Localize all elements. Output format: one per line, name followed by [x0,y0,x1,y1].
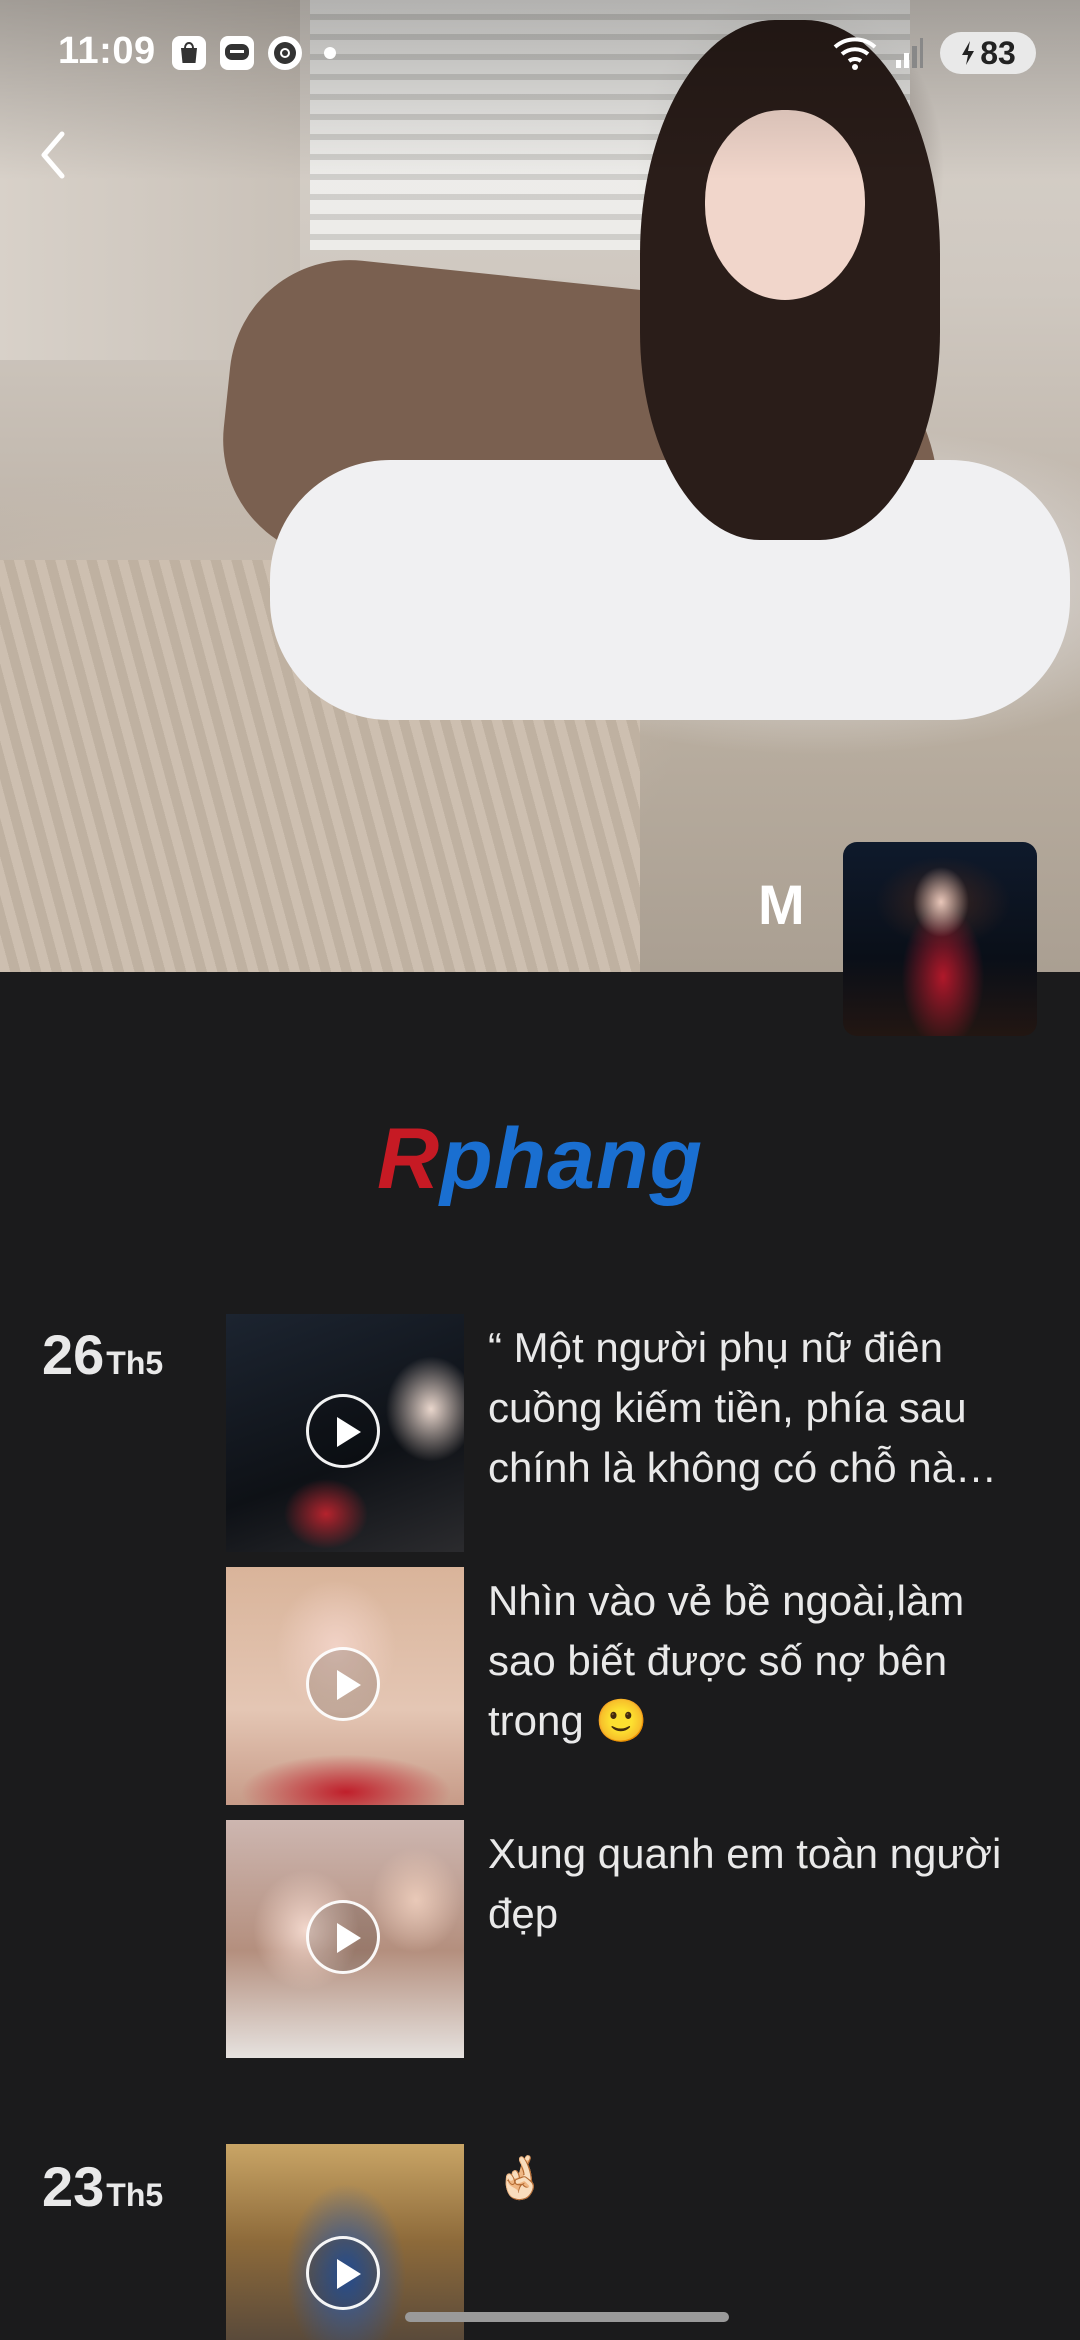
profile-name-initial: M [758,873,805,936]
home-indicator[interactable] [405,2312,729,2322]
date-month: Th5 [106,1345,164,1381]
wifi-icon [833,37,877,70]
video-thumbnail[interactable] [226,1820,464,2058]
status-bar: 11:09 83 [0,0,1080,110]
signal-icon [896,38,923,68]
more-notifications-dot [324,47,336,59]
video-thumbnail[interactable] [226,1314,464,1552]
charging-icon [962,41,975,65]
list-item[interactable]: Nhìn vào vẻ bề ngoài,làm sao biết được s… [226,1567,1036,1805]
battery-indicator: 83 [940,32,1036,74]
watermark-logo: Rphang [0,1110,1080,1209]
logo-rest: phang [440,1111,704,1207]
status-time: 11:09 [58,30,156,72]
date-month: Th5 [106,2177,164,2213]
post-caption: 🤞🏻 [494,2153,547,2202]
date-day: 26 [42,1323,105,1386]
cover-pillow [270,460,1070,720]
shopee-icon [172,36,206,70]
play-icon [306,1647,380,1721]
list-item[interactable]: “ Một người phụ nữ điên cuồng kiếm tiền,… [226,1314,1036,1552]
chevron-left-icon [41,131,65,179]
play-icon [306,2236,380,2310]
logo-first-letter: R [376,1111,441,1207]
date-day: 23 [42,2155,105,2218]
profile-avatar[interactable] [843,842,1037,1036]
status-system-icons: 83 [832,32,1036,74]
post-caption: Nhìn vào vẻ bề ngoài,làm sao biết được s… [488,1577,965,1744]
back-button[interactable] [30,120,80,190]
zalo-icon [220,36,254,70]
play-icon [306,1900,380,1974]
post-caption: “ Một người phụ nữ điên cuồng kiếm tiền,… [488,1324,998,1491]
post-caption: Xung quanh em toàn người đẹp [488,1830,1002,1937]
date-label: 26Th5 [42,1322,163,1387]
video-thumbnail[interactable] [226,1567,464,1805]
cover-photo[interactable] [0,0,1080,972]
list-item[interactable]: 🤞🏻 [226,2144,1036,2340]
list-item[interactable]: Xung quanh em toàn người đẹp [226,1820,1036,2058]
video-thumbnail[interactable] [226,2144,464,2340]
battery-level: 83 [980,34,1016,71]
play-icon [306,1394,380,1468]
date-label: 23Th5 [42,2154,163,2219]
status-notification-icons [172,36,336,70]
chrome-icon [268,36,302,70]
